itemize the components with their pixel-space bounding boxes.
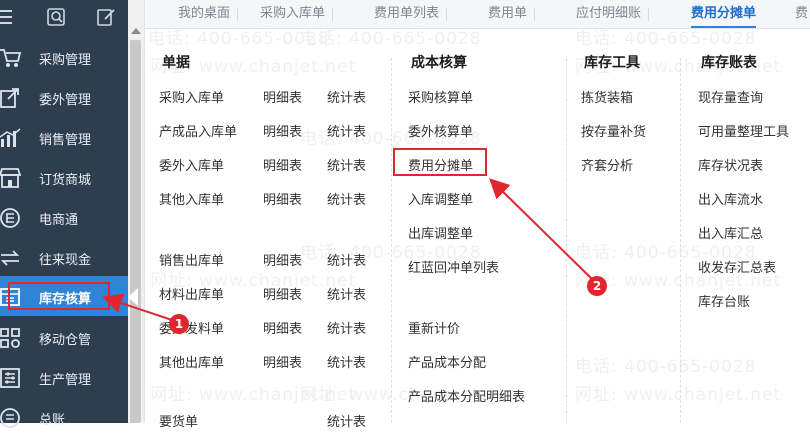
sidebar-scrollbar[interactable] (128, 0, 145, 423)
menu-pointer (128, 288, 138, 306)
menu-item-detail[interactable]: 明细表 (263, 250, 302, 269)
sidebar-item-mobile-warehouse[interactable]: 移动仓管 (0, 317, 128, 357)
menu-item-requisition[interactable]: 要货单 (159, 411, 198, 430)
sliders-icon (0, 367, 22, 389)
column-divider (566, 58, 567, 423)
menu-item-stats[interactable]: 统计表 (327, 87, 366, 106)
sidebar-item-label: 移动仓管 (39, 333, 92, 348)
tab-label: 费用分摊单 (691, 6, 757, 21)
section-header-reports: 库存账表 (701, 55, 757, 71)
annotation-badge-2: 2 (587, 276, 607, 296)
menu-item-product-cost-allocation[interactable]: 产品成本分配 (408, 352, 486, 371)
section-header-costing: 成本核算 (411, 55, 467, 71)
sidebar-item-purchase[interactable]: 采购管理 (0, 37, 128, 77)
menu-item-other-issue[interactable]: 其他出库单 (159, 352, 224, 371)
scroll-up-icon[interactable] (131, 28, 141, 34)
menu-item-detail[interactable]: 明细表 (263, 318, 302, 337)
menu-item-stats[interactable]: 统计表 (327, 155, 366, 174)
watermark: 网址: www.chanjet.net (575, 385, 782, 405)
menu-item-io-journal[interactable]: 出入库流水 (698, 189, 763, 208)
annotation-box-sidebar (8, 282, 110, 310)
sidebar-item-ecommerce[interactable]: 电商通 (0, 197, 128, 237)
menu-item-purchase-receipt[interactable]: 采购入库单 (159, 87, 224, 106)
ecommerce-icon (0, 207, 22, 229)
sidebar-item-outsource[interactable]: 委外管理 (0, 77, 128, 117)
watermark: 电话: 400-665-0028 (300, 29, 482, 49)
sidebar-item-production[interactable]: 生产管理 (0, 357, 128, 397)
ledger-icon (0, 407, 22, 429)
menu-item-outsource-receipt[interactable]: 委外入库单 (159, 155, 224, 174)
menu-item-issue-adjustment[interactable]: 出库调整单 (408, 223, 473, 242)
menu-item-kitting-analysis[interactable]: 齐套分析 (581, 155, 633, 174)
menu-item-available-tool[interactable]: 可用量整理工具 (698, 121, 789, 140)
scrollbar-thumb[interactable] (130, 40, 141, 423)
menu-item-detail[interactable]: 明细表 (263, 121, 302, 140)
menu-item-inout-summary[interactable]: 收发存汇总表 (698, 257, 776, 276)
search-icon[interactable] (47, 8, 67, 26)
menu-item-receipt-adjustment[interactable]: 入库调整单 (408, 189, 473, 208)
menu-item-replenish[interactable]: 按存量补货 (581, 121, 646, 140)
sidebar-item-mall[interactable]: 订货商城 (0, 157, 128, 197)
menu-item-revaluation[interactable]: 重新计价 (408, 318, 460, 337)
export-doc-icon (0, 87, 22, 109)
menu-item-material-issue[interactable]: 材料出库单 (159, 284, 224, 303)
edit-icon[interactable] (97, 8, 117, 26)
sidebar-item-label: 委外管理 (39, 93, 92, 108)
grid-icon (0, 327, 22, 349)
menu-item-purchase-costing[interactable]: 采购核算单 (408, 87, 473, 106)
sidebar-item-label: 采购管理 (39, 53, 92, 68)
menu-item-outsource-costing[interactable]: 委外核算单 (408, 121, 473, 140)
sidebar-item-label: 订货商城 (39, 173, 92, 188)
menu-item-detail[interactable]: 明细表 (263, 155, 302, 174)
annotation-box-menu (393, 148, 487, 176)
sidebar-item-label: 销售管理 (39, 133, 92, 148)
menu-item-stats[interactable]: 统计表 (327, 189, 366, 208)
menu-item-io-summary[interactable]: 出入库汇总 (698, 223, 763, 242)
menu-item-stats[interactable]: 统计表 (327, 121, 366, 140)
sidebar-item-sales[interactable]: 销售管理 (0, 117, 128, 157)
annotation-badge-1: 1 (169, 314, 189, 334)
store-icon (0, 167, 22, 189)
menu-item-stats[interactable]: 统计表 (327, 318, 366, 337)
watermark: 电话: 400-665-0028 (575, 357, 757, 377)
sidebar-item-label: 总账 (39, 413, 66, 428)
bar-chart-icon (0, 127, 22, 149)
sidebar-item-ledger[interactable]: 总账 (0, 397, 128, 437)
tab-more[interactable]: 费 (795, 0, 808, 28)
menu-item-detail[interactable]: 明细表 (263, 352, 302, 371)
menu-item-stats[interactable]: 统计表 (327, 284, 366, 303)
menu-item-detail[interactable]: 明细表 (263, 189, 302, 208)
watermark: 电话: 400-665-0028 (575, 29, 757, 49)
menu-item-other-receipt[interactable]: 其他入库单 (159, 189, 224, 208)
sidebar-item-cash[interactable]: 往来现金 (0, 237, 128, 277)
menu-item-detail[interactable]: 明细表 (263, 284, 302, 303)
menu-icon[interactable] (0, 8, 16, 26)
column-divider (391, 58, 392, 423)
menu-item-product-receipt[interactable]: 产成品入库单 (159, 121, 237, 140)
sidebar-item-label: 电商通 (39, 213, 79, 228)
cart-icon (0, 47, 22, 69)
section-header-documents: 单据 (162, 55, 190, 71)
menu-item-product-cost-detail[interactable]: 产品成本分配明细表 (408, 386, 525, 405)
menu-item-detail[interactable]: 明细表 (263, 87, 302, 106)
exchange-icon (0, 247, 22, 269)
tab-expense[interactable]: 费用单 (488, 0, 536, 28)
menu-item-reversal-list[interactable]: 红蓝回冲单列表 (408, 257, 499, 276)
sidebar-item-label: 生产管理 (39, 373, 92, 388)
menu-item-picking[interactable]: 拣货装箱 (581, 87, 633, 106)
sidebar: 采购管理 委外管理 销售管理 订货商城 电商通 往来现金 库存核算 移动仓管 生… (0, 0, 128, 428)
menu-item-stats[interactable]: 统计表 (327, 250, 366, 269)
menu-item-stock-status[interactable]: 库存状况表 (698, 155, 763, 174)
menu-item-stock-ledger[interactable]: 库存台账 (698, 291, 750, 310)
sidebar-item-label: 往来现金 (39, 253, 92, 268)
menu-item-stock-query[interactable]: 现存量查询 (698, 87, 763, 106)
menu-item-sales-issue[interactable]: 销售出库单 (159, 250, 224, 269)
sidebar-toolbar (0, 0, 128, 36)
column-divider (680, 58, 681, 423)
menu-item-stats[interactable]: 统计表 (327, 411, 366, 430)
section-header-tools: 库存工具 (584, 55, 640, 71)
menu-item-stats[interactable]: 统计表 (327, 352, 366, 371)
